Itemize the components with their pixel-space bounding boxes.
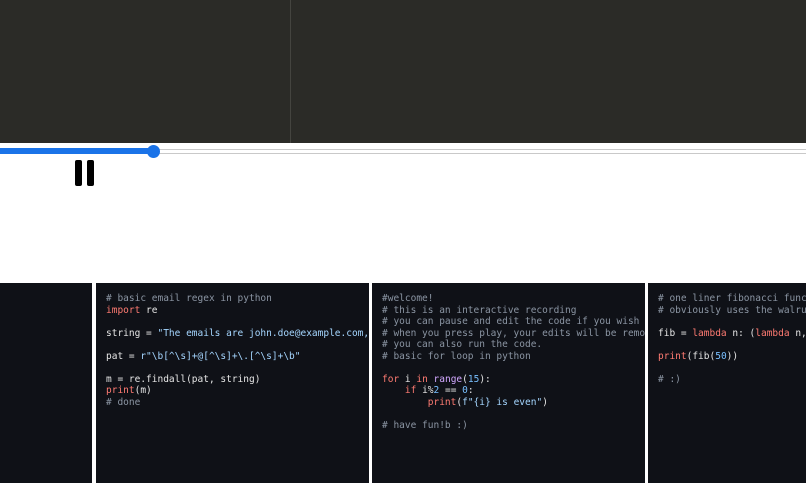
code-line: if i%2 == 0:: [404, 385, 474, 396]
card-code: [0, 283, 92, 293]
code-line: fib = lambda n: (lambda n, l: [658, 327, 806, 339]
recording-card-welcome[interactable]: #welcome! # this is an interactive recor…: [372, 283, 645, 483]
code-line: string = "The emails are john.doe@exampl…: [106, 327, 369, 339]
code-line: print(fib(50)): [658, 350, 739, 362]
editor-divider: [290, 0, 291, 143]
code-line: print(m): [106, 385, 152, 396]
card-code: # one liner fibonacci functi # obviously…: [648, 283, 806, 385]
code-line: m = re.findall(pat, string): [106, 373, 261, 385]
pause-icon-bar-left: [75, 160, 82, 186]
recording-card-fibonacci[interactable]: # one liner fibonacci functi # obviously…: [648, 283, 806, 483]
card-code: #welcome! # this is an interactive recor…: [382, 293, 645, 431]
pause-button[interactable]: [72, 158, 98, 188]
recording-cards: # basic email regex in python import re …: [0, 283, 806, 483]
code-line: pat = r"\b[^\s]+@[^\s]+\.[^\s]+\b": [106, 350, 301, 362]
recording-card-partial[interactable]: [0, 283, 92, 483]
code-line: for i in range(15):: [382, 373, 491, 385]
code-line: import re: [106, 304, 158, 316]
editor-area: [0, 0, 806, 143]
recording-card-email-regex[interactable]: # basic email regex in python import re …: [96, 283, 369, 483]
seek-bar[interactable]: [0, 144, 806, 158]
seek-thumb[interactable]: [147, 145, 160, 158]
pause-icon-bar-right: [87, 160, 94, 186]
code-line: print(f"{i} is even"): [427, 396, 548, 408]
card-code: # basic email regex in python import re …: [96, 283, 369, 408]
seek-progress-fill: [0, 148, 153, 154]
